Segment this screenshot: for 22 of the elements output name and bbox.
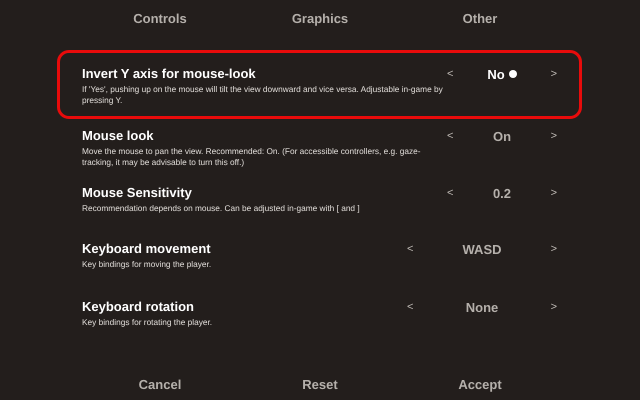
option-value: None — [466, 300, 498, 314]
setting-title: Keyboard movement — [82, 240, 212, 258]
setting-description: Key bindings for moving the player. — [82, 259, 212, 270]
footer-button[interactable]: Cancel — [138, 377, 182, 392]
footer-button[interactable]: Accept — [458, 377, 502, 392]
setting-title: Mouse look — [82, 127, 155, 145]
setting-title: Invert Y axis for mouse-look — [82, 65, 257, 83]
setting-description: Recommendation depends on mouse. Can be adjusted in-game with [ and ] — [82, 203, 361, 214]
option-value: No — [487, 66, 505, 82]
tab[interactable]: Graphics — [292, 5, 348, 32]
cursor-dot-icon — [508, 70, 517, 78]
option-value: 0.2 — [492, 186, 512, 200]
tab[interactable]: Other — [462, 5, 498, 32]
setting-title: Keyboard rotation — [82, 298, 195, 316]
setting-description: Key bindings for rotating the player. — [82, 317, 214, 328]
option-value: WASD — [462, 242, 502, 256]
tab[interactable]: Controls — [133, 5, 187, 32]
setting-description: Move the mouse to pan the view. Recommended: On. (For accessible controllers, e.g. gaze-tracking, it may be advisable to turn this off.) — [82, 146, 422, 168]
footer-button[interactable]: Reset — [302, 377, 338, 392]
setting-title: Mouse Sensitivity — [82, 184, 193, 202]
setting-description: If 'Yes', pushing up on the mouse will tilt the view downward and vice versa. Adjustable in-game by pressing Y. — [82, 84, 443, 106]
option-value: On — [492, 128, 512, 144]
